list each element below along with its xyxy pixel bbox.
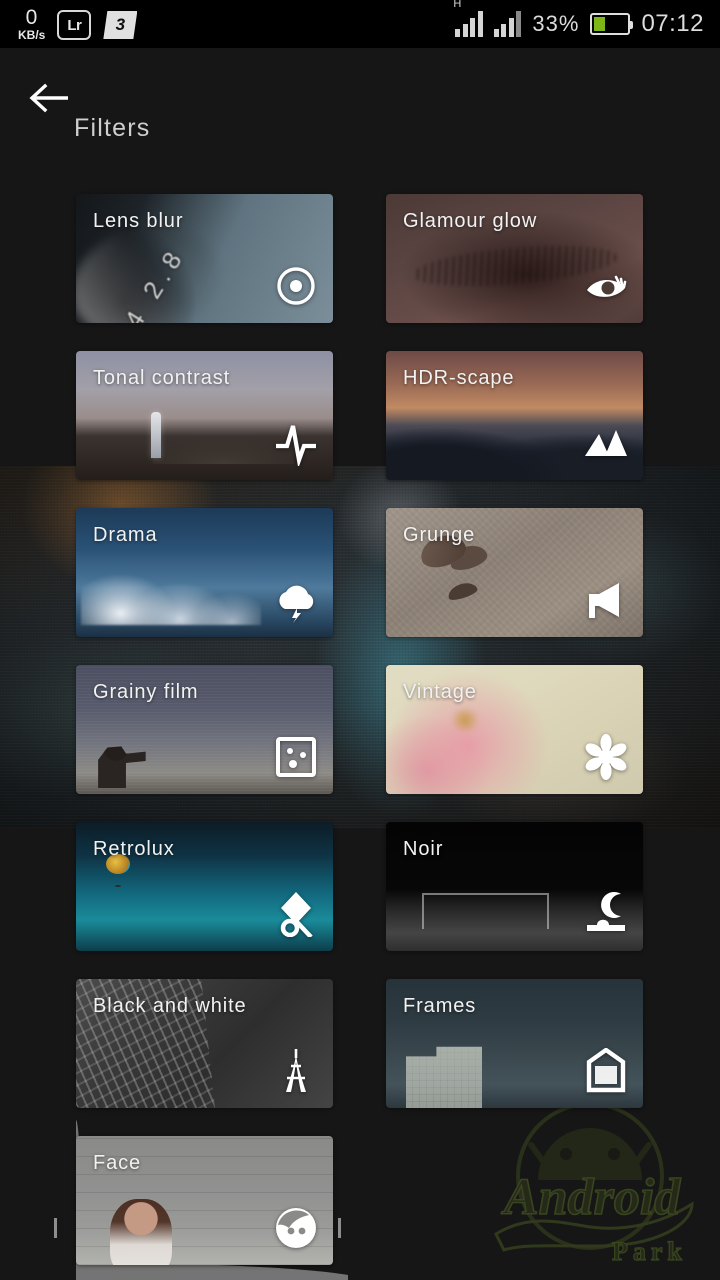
filter-card-glamour-glow[interactable]: Glamour glow [386,194,643,323]
filters-screen: Android Park 0 KB/s Lr 3 H 33% 07:12 Fil… [0,0,720,1280]
filter-label: Face [93,1152,142,1174]
filter-card-grunge[interactable]: Grunge [386,508,643,637]
kite-icon [273,891,319,937]
aperture-dot-icon [273,263,319,309]
battery-percentage: 33% [532,11,580,36]
filter-card-retrolux[interactable]: Retrolux [76,822,333,951]
back-button[interactable] [28,80,72,116]
filter-label: HDR-scape [403,367,515,389]
face-icon [273,1205,319,1251]
filter-label: Frames [403,995,477,1017]
filter-card-noir[interactable]: Noir [386,822,643,951]
filter-label: Vintage [403,681,477,703]
filter-card-face[interactable]: Face [76,1136,333,1265]
status-bar-clock: 07:12 [641,10,704,37]
filter-label: Black and white [93,995,247,1017]
lens-dial-numbers: 6 4 2.8 [101,241,192,323]
filter-label: Grunge [403,524,476,546]
megaphone-icon [583,577,629,623]
filter-label: Grainy film [93,681,199,703]
grain-square-icon [273,734,319,780]
flower-icon [583,734,629,780]
screen-header: Filters [0,48,720,188]
filter-label: Noir [403,838,444,860]
arrow-left-icon [29,83,68,113]
filter-card-tonal-contrast[interactable]: Tonal contrast [76,351,333,480]
filter-label: Lens blur [93,210,184,232]
filter-label: Glamour glow [403,210,538,232]
filter-row: Face [0,1130,720,1280]
signal-bars-sim1-icon: H [453,0,483,37]
filter-card-lens-blur[interactable]: 6 4 2.8 Lens blur [76,194,333,323]
filter-row: 6 4 2.8 Lens blur Glamour glow [0,188,720,345]
network-speed-value: 0 [25,6,38,29]
battery-icon [590,13,634,35]
filter-card-vintage[interactable]: Vintage [386,665,643,794]
filter-card-hdr-scape[interactable]: HDR-scape [386,351,643,480]
page-title: Filters [74,114,151,142]
filter-row: Tonal contrast HDR-scape [0,345,720,502]
filter-card-grainy-film[interactable]: Grainy film [76,665,333,794]
lightroom-notification-icon: Lr [57,10,92,40]
filter-row: Retrolux Noir [0,816,720,973]
filter-row: Grainy film Vintage [0,659,720,816]
notification-count-badge: 3 [103,11,137,39]
network-type-label: H [453,0,462,10]
filter-label: Tonal contrast [93,367,231,389]
filter-label: Retrolux [93,838,175,860]
filter-row: Black and white Frames [0,973,720,1130]
filter-label: Drama [93,524,158,546]
signal-bars-sim2-icon [493,11,522,37]
status-bar-right: H 33% 07:12 [453,0,720,38]
network-speed-indicator: 0 KB/s [18,7,45,41]
status-bar-left: 0 KB/s Lr 3 [0,7,137,41]
pulse-wave-icon [273,420,319,466]
filter-card-black-and-white[interactable]: Black and white [76,979,333,1108]
network-speed-unit: KB/s [18,28,46,42]
picture-frame-icon [583,1048,629,1094]
status-bar: 0 KB/s Lr 3 H 33% 07:12 [0,0,720,48]
moon-hill-icon [583,891,629,937]
eiffel-tower-icon [273,1048,319,1094]
eye-icon [583,263,629,309]
filter-grid: 6 4 2.8 Lens blur Glamour glow Tonal con… [0,188,720,1280]
storm-cloud-icon [273,577,319,623]
filter-card-drama[interactable]: Drama [76,508,333,637]
filter-row: Drama Grunge [0,502,720,659]
filter-card-frames[interactable]: Frames [386,979,643,1108]
mountains-icon [583,420,629,466]
